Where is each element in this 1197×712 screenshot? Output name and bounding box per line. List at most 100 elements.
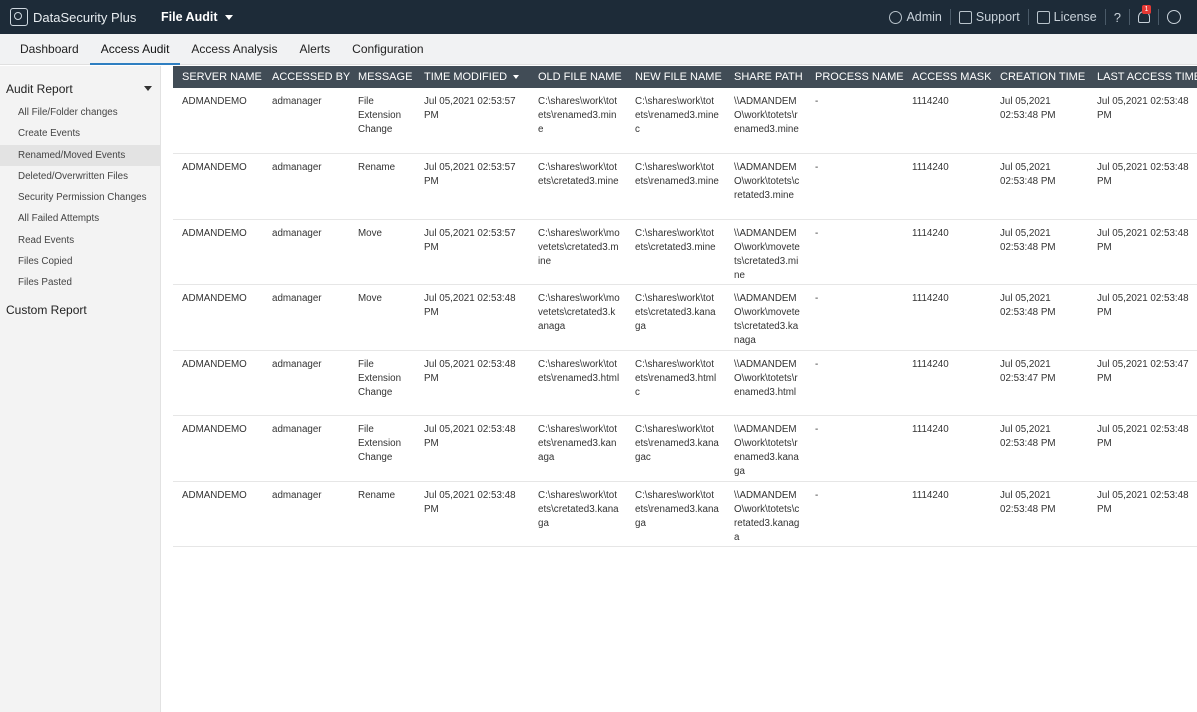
table-row[interactable]: ADMANDEMO admanager Rename Jul 05,2021 02:5…	[173, 153, 1197, 220]
accessed-by-cell: admanager	[263, 219, 349, 285]
message-cell: Rename	[349, 153, 415, 220]
main-nav: Dashboard Access Audit Access Analysis A…	[0, 34, 1197, 65]
help-icon: ?	[1113, 9, 1121, 25]
tab-configuration[interactable]: Configuration	[341, 34, 434, 64]
sidebar-item-files-copied[interactable]: Files Copied	[0, 251, 160, 272]
user-icon	[1167, 10, 1181, 24]
column-header-time-modified[interactable]: TIME MODIFIED	[415, 66, 529, 88]
user-menu-button[interactable]	[1159, 9, 1189, 25]
report-content: SERVER NAME ACCESSED BY MESSAGE TIME MOD…	[173, 66, 1197, 712]
help-button[interactable]: ?	[1106, 9, 1130, 25]
column-header-share-path[interactable]: SHARE PATH	[725, 66, 806, 88]
process-name-cell: -	[806, 153, 903, 220]
tab-access-analysis[interactable]: Access Analysis	[180, 34, 288, 64]
support-link[interactable]: Support	[951, 9, 1029, 25]
notification-badge: 1	[1142, 5, 1151, 14]
new-file-name-cell: C:\shares\work\totets\cretated3.mine	[626, 219, 725, 285]
message-cell: Move	[349, 219, 415, 285]
column-header-access-mask[interactable]: ACCESS MASK	[903, 66, 991, 88]
license-link[interactable]: License	[1029, 9, 1106, 25]
access-mask-cell: 1114240	[903, 153, 991, 220]
sidebar-item-files-pasted[interactable]: Files Pasted	[0, 272, 160, 293]
accessed-by-cell: admanager	[263, 284, 349, 351]
old-file-name-cell: C:\shares\work\totets\renamed3.html	[529, 350, 626, 416]
sidebar-item-all-changes[interactable]: All File/Folder changes	[0, 102, 160, 123]
column-header-old-file-name[interactable]: OLD FILE NAME	[529, 66, 626, 88]
admin-link[interactable]: Admin	[881, 9, 951, 25]
column-header-server-name[interactable]: SERVER NAME	[173, 66, 263, 88]
table-header-row: SERVER NAME ACCESSED BY MESSAGE TIME MOD…	[173, 66, 1197, 88]
sidebar-item-renamed-moved[interactable]: Renamed/Moved Events	[0, 144, 160, 166]
tab-alerts[interactable]: Alerts	[288, 34, 341, 64]
license-icon	[1036, 10, 1050, 24]
sidebar-item-create-events[interactable]: Create Events	[0, 123, 160, 144]
creation-time-cell: Jul 05,2021 02:53:48 PM	[991, 219, 1088, 285]
column-header-creation-time[interactable]: CREATION TIME	[991, 66, 1088, 88]
sidebar-item-read-events[interactable]: Read Events	[0, 230, 160, 251]
creation-time-cell: Jul 05,2021 02:53:48 PM	[991, 153, 1088, 220]
process-name-cell: -	[806, 219, 903, 285]
chat-icon	[958, 10, 972, 24]
process-name-cell: -	[806, 88, 903, 154]
column-header-process-name[interactable]: PROCESS NAME	[806, 66, 904, 88]
table-row[interactable]: ADMANDEMO admanager File Extension Change J…	[173, 415, 1197, 482]
creation-time-cell: Jul 05,2021 02:53:48 PM	[991, 415, 1088, 482]
column-header-accessed-by[interactable]: ACCESSED BY	[263, 66, 350, 88]
support-label: Support	[975, 10, 1020, 24]
last-access-time-cell: Jul 05,2021 02:53:48 PM	[1088, 415, 1197, 482]
time-modified-cell: Jul 05,2021 02:53:48 PM	[415, 415, 529, 482]
time-modified-cell: Jul 05,2021 02:53:48 PM	[415, 350, 529, 416]
tab-dashboard[interactable]: Dashboard	[0, 34, 90, 64]
last-access-time-cell: Jul 05,2021 02:53:47 PM	[1088, 350, 1197, 416]
server-name-cell: ADMANDEMO	[173, 219, 263, 285]
last-access-time-cell: Jul 05,2021 02:53:48 PM	[1088, 88, 1197, 154]
product-name: DataSecurity Plus	[33, 9, 137, 25]
time-modified-cell: Jul 05,2021 02:53:57 PM	[415, 219, 529, 285]
access-mask-cell: 1114240	[903, 350, 991, 416]
new-file-name-cell: C:\shares\work\totets\renamed3.mine	[626, 153, 725, 220]
module-selector[interactable]: File Audit	[161, 10, 234, 24]
new-file-name-cell: C:\shares\work\totets\renamed3.htmlc	[626, 350, 725, 416]
column-header-new-file-name[interactable]: NEW FILE NAME	[626, 66, 725, 88]
new-file-name-cell: C:\shares\work\totets\cretated3.kanaga	[626, 284, 725, 351]
table-row[interactable]: ADMANDEMO admanager Rename Jul 05,2021 02:5…	[173, 481, 1197, 547]
last-access-time-cell: Jul 05,2021 02:53:48 PM	[1088, 153, 1197, 220]
new-file-name-cell: C:\shares\work\totets\renamed3.minec	[626, 88, 725, 154]
table-row[interactable]: ADMANDEMO admanager Move Jul 05,2021 02:53:…	[173, 284, 1197, 351]
sidebar-item-failed-attempts[interactable]: All Failed Attempts	[0, 208, 160, 229]
tab-access-audit[interactable]: Access Audit	[89, 34, 181, 65]
share-path-cell: \\ADMANDEMO\work\totets\cretated3.kanaga	[725, 481, 806, 547]
sidebar-item-security-permission[interactable]: Security Permission Changes	[0, 187, 160, 208]
old-file-name-cell: C:\shares\work\movetets\cretated3.kanaga	[529, 284, 626, 351]
old-file-name-cell: C:\shares\work\totets\cretated3.kanaga	[529, 481, 626, 547]
sidebar: Audit Report All File/Folder changes Cre…	[0, 66, 161, 712]
gear-icon	[889, 10, 903, 24]
new-file-name-cell: C:\shares\work\totets\renamed3.kanagac	[626, 415, 725, 482]
admin-label: Admin	[906, 10, 942, 24]
accessed-by-cell: admanager	[263, 350, 349, 416]
table-row[interactable]: ADMANDEMO admanager Move Jul 05,2021 02:53:…	[173, 219, 1197, 285]
brand[interactable]: DataSecurity Plus	[0, 8, 150, 26]
share-path-cell: \\ADMANDEMO\work\totets\cretated3.mine	[725, 153, 806, 220]
audit-report-section[interactable]: Audit Report	[0, 66, 160, 98]
table-row[interactable]: ADMANDEMO admanager File Extension Change J…	[173, 88, 1197, 154]
message-cell: File Extension Change	[349, 88, 415, 154]
time-modified-label: TIME MODIFIED	[424, 71, 508, 83]
share-path-cell: \\ADMANDEMO\work\totets\renamed3.html	[725, 350, 806, 416]
column-header-message[interactable]: MESSAGE	[349, 66, 415, 88]
audit-report-title: Audit Report	[6, 81, 73, 96]
share-path-cell: \\ADMANDEMO\work\movetets\cretated3.mine	[725, 219, 806, 285]
custom-report-section[interactable]: Custom Report	[0, 294, 160, 317]
notifications-button[interactable]: 1	[1130, 5, 1159, 25]
column-header-last-access-time[interactable]: LAST ACCESS TIME	[1088, 66, 1197, 88]
access-mask-cell: 1114240	[903, 481, 991, 547]
sidebar-item-deleted-overwritten[interactable]: Deleted/Overwritten Files	[0, 166, 160, 187]
old-file-name-cell: C:\shares\work\totets\renamed3.kanaga	[529, 415, 626, 482]
audit-table: SERVER NAME ACCESSED BY MESSAGE TIME MOD…	[173, 66, 1197, 547]
server-name-cell: ADMANDEMO	[173, 88, 263, 154]
process-name-cell: -	[806, 415, 903, 482]
server-name-cell: ADMANDEMO	[173, 350, 263, 416]
access-mask-cell: 1114240	[903, 219, 991, 285]
message-cell: File Extension Change	[349, 350, 415, 416]
table-row[interactable]: ADMANDEMO admanager File Extension Change J…	[173, 350, 1197, 416]
